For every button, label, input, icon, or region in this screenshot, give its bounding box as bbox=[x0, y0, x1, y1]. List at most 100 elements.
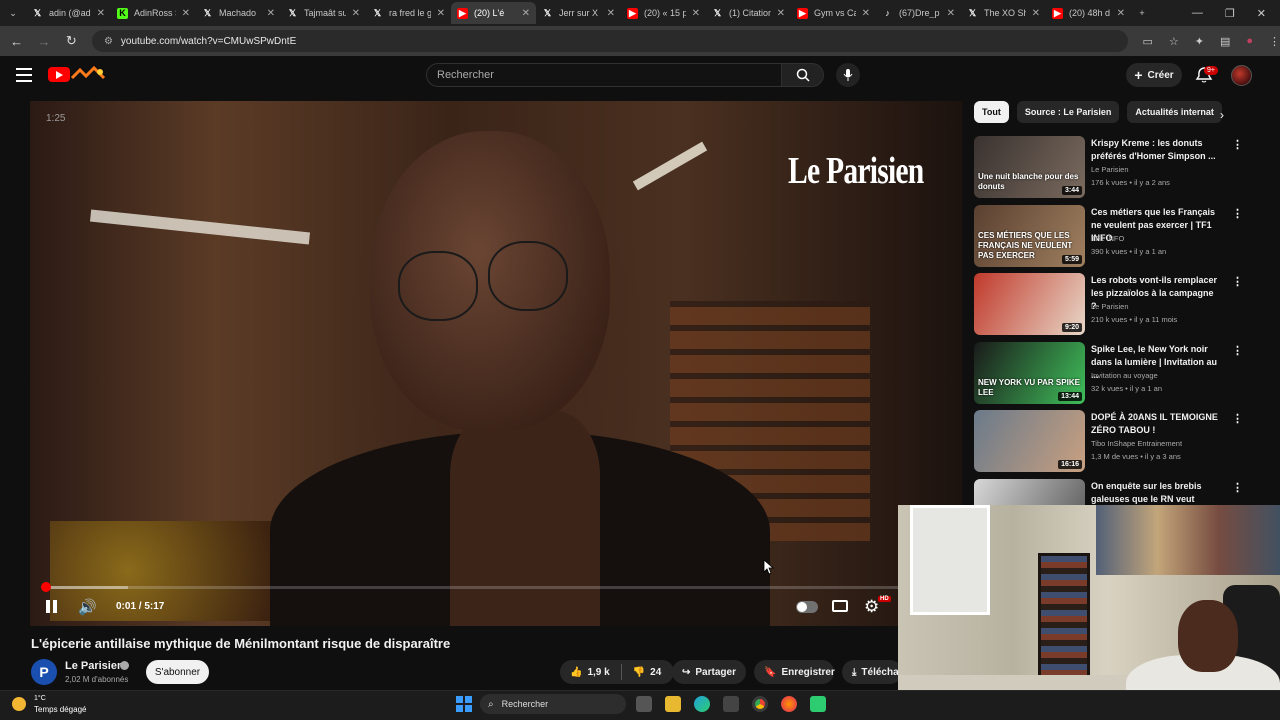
more-options-icon[interactable]: ⋮ bbox=[1232, 275, 1243, 288]
more-options-icon[interactable]: ⋮ bbox=[1232, 138, 1243, 151]
tab-close-icon[interactable]: ✕ bbox=[352, 8, 360, 19]
recommendation-channel[interactable]: Invitation au voyage bbox=[1091, 371, 1158, 380]
recommendation-channel[interactable]: Le Parisien bbox=[1091, 302, 1129, 311]
user-avatar[interactable] bbox=[1231, 65, 1252, 86]
browser-tab[interactable]: 𝕏 Tajmaât su ✕ bbox=[281, 2, 366, 24]
recommendation-title[interactable]: DOPÉ À 20ANS IL TEMOIGNE ZÉRO TABOU ! bbox=[1091, 411, 1219, 437]
pause-icon[interactable] bbox=[46, 600, 60, 614]
url-input[interactable]: ⚙ youtube.com/watch?v=CMUwSPwDntE bbox=[91, 30, 1129, 52]
recommendation-thumbnail[interactable]: CES MÉTIERS QUE LES FRANÇAIS NE VEULENT … bbox=[974, 204, 1085, 267]
task-view-icon[interactable] bbox=[636, 696, 652, 712]
sidebar-icon[interactable]: ▤ bbox=[1220, 35, 1230, 48]
recommendation-title[interactable]: Krispy Kreme : les donuts préférés d'Hom… bbox=[1091, 137, 1219, 163]
tab-close-icon[interactable]: ✕ bbox=[182, 8, 190, 19]
autoplay-toggle[interactable] bbox=[796, 601, 818, 613]
channel-avatar[interactable]: P bbox=[31, 659, 57, 685]
tab-list-button[interactable]: ⌄ bbox=[0, 2, 26, 24]
create-button[interactable]: + Créer bbox=[1126, 63, 1182, 87]
browser-tab[interactable]: 𝕏ra fred le g ✕ bbox=[366, 2, 451, 24]
browser-tab[interactable]: 𝕏 Machado ✕ bbox=[196, 2, 281, 24]
minimize-icon[interactable]: — bbox=[1192, 7, 1203, 20]
filter-chip[interactable]: Actualités internat bbox=[1127, 101, 1222, 123]
forward-icon[interactable]: → bbox=[37, 34, 50, 49]
tab-close-icon[interactable]: ✕ bbox=[947, 8, 955, 19]
windows-start-icon[interactable] bbox=[456, 696, 472, 712]
more-options-icon[interactable]: ⋮ bbox=[1232, 344, 1243, 357]
profile-icon[interactable]: ● bbox=[1246, 35, 1253, 48]
maximize-icon[interactable]: ❐ bbox=[1225, 7, 1235, 20]
browser-tab[interactable]: K AdinRoss S ✕ bbox=[111, 2, 196, 24]
browser-tab[interactable]: ♪ (67)Dre_p ✕ bbox=[876, 2, 961, 24]
recommendation-item[interactable]: Une nuit blanche pour des donuts 3:44 Kris… bbox=[974, 136, 1274, 200]
browser-tab[interactable]: ▶ Gym vs Ca ✕ bbox=[791, 2, 876, 24]
filter-chip[interactable]: Tout bbox=[974, 101, 1009, 123]
tab-close-icon[interactable]: ✕ bbox=[607, 8, 615, 19]
site-info-icon[interactable]: ⚙ bbox=[104, 36, 113, 47]
voice-search-button[interactable] bbox=[836, 63, 860, 87]
recommendation-thumbnail[interactable]: Une nuit blanche pour des donuts 3:44 bbox=[974, 136, 1085, 198]
chevron-right-icon[interactable]: › bbox=[1220, 108, 1224, 122]
save-button[interactable]: 🔖 Enregistrer bbox=[754, 660, 835, 684]
tab-close-icon[interactable]: ✕ bbox=[692, 8, 700, 19]
volume-icon[interactable]: 🔊 bbox=[78, 598, 97, 616]
subscribe-button[interactable]: S'abonner bbox=[146, 660, 209, 684]
recommendation-item[interactable]: NEW YORK VU PAR SPIKE LEE 13:44 Spike Lee,… bbox=[974, 341, 1274, 406]
tab-close-icon[interactable]: ✕ bbox=[862, 8, 870, 19]
tab-close-icon[interactable]: ✕ bbox=[777, 8, 785, 19]
cast-icon[interactable]: ▭ bbox=[1142, 35, 1152, 48]
tab-close-icon[interactable]: ✕ bbox=[1117, 8, 1125, 19]
chrome-icon[interactable] bbox=[752, 696, 768, 712]
recommendation-thumbnail[interactable]: NEW YORK VU PAR SPIKE LEE 13:44 bbox=[974, 341, 1085, 404]
firefox-icon[interactable] bbox=[781, 696, 797, 712]
hamburger-menu-icon[interactable] bbox=[16, 68, 32, 82]
tab-close-icon[interactable]: ✕ bbox=[1032, 8, 1040, 19]
youtube-logo[interactable] bbox=[48, 67, 70, 82]
back-icon[interactable]: ← bbox=[10, 34, 23, 49]
search-input[interactable]: Rechercher bbox=[426, 63, 782, 87]
bookmark-star-icon[interactable]: ☆ bbox=[1169, 35, 1179, 48]
new-tab-button[interactable]: + bbox=[1131, 2, 1153, 24]
recommendation-thumbnail[interactable]: 9:20 bbox=[974, 273, 1085, 335]
channel-name[interactable]: Le Parisien bbox=[65, 660, 124, 672]
filter-chip[interactable]: Source : Le Parisien bbox=[1016, 101, 1120, 123]
taskbar-search[interactable]: ⌕ Rechercher bbox=[480, 694, 626, 714]
video-player[interactable]: 1:25 Le Parisien 🔊 0:01 / 5:17 ⚙ HD bbox=[30, 101, 962, 626]
close-icon[interactable]: ✕ bbox=[1257, 7, 1266, 20]
search-button[interactable] bbox=[782, 63, 824, 87]
tab-close-icon[interactable]: ✕ bbox=[522, 8, 530, 19]
recommendation-channel[interactable]: Le Parisien bbox=[1091, 165, 1129, 174]
recommendation-channel[interactable]: Tibo InShape Entrainement bbox=[1091, 439, 1182, 448]
more-options-icon[interactable]: ⋮ bbox=[1232, 412, 1243, 425]
more-menu-icon[interactable]: ⋮ bbox=[1269, 35, 1280, 48]
store-icon[interactable] bbox=[723, 696, 739, 712]
download-button[interactable]: ⤓ Téléchar bbox=[842, 660, 902, 684]
tab-close-icon[interactable]: ✕ bbox=[97, 8, 105, 19]
recommendation-item[interactable]: 9:20 Les robots vont-ils remplacer les pi… bbox=[974, 273, 1274, 337]
tab-close-icon[interactable]: ✕ bbox=[267, 8, 275, 19]
more-options-icon[interactable]: ⋮ bbox=[1232, 207, 1243, 220]
settings-gear-icon[interactable]: ⚙ bbox=[864, 597, 879, 617]
dislike-icon[interactable]: 👎 bbox=[633, 667, 645, 678]
browser-tab[interactable]: 𝕏 The XO Sh ✕ bbox=[961, 2, 1046, 24]
browser-tab[interactable]: 𝕏 Jerr sur X : ✕ bbox=[536, 2, 621, 24]
progress-scrubber[interactable] bbox=[40, 582, 51, 592]
like-icon[interactable]: 👍 bbox=[570, 667, 582, 678]
like-count[interactable]: 1,9 k bbox=[587, 667, 609, 678]
recommendation-channel[interactable]: TF1 INFO bbox=[1091, 234, 1124, 243]
extensions-icon[interactable]: ✦ bbox=[1195, 35, 1204, 48]
browser-tab[interactable]: ▶ (20) 48h d ✕ bbox=[1046, 2, 1131, 24]
weather-moon-icon[interactable] bbox=[12, 697, 26, 711]
recommendation-item[interactable]: 16:16 DOPÉ À 20ANS IL TEMOIGNE ZÉRO TABOU… bbox=[974, 410, 1274, 474]
more-options-icon[interactable]: ⋮ bbox=[1232, 481, 1243, 494]
browser-tab[interactable]: ▶ (20) L'é ✕ bbox=[451, 2, 536, 24]
browser-tab[interactable]: 𝕏 (1) Citation ✕ bbox=[706, 2, 791, 24]
recommendation-item[interactable]: CES MÉTIERS QUE LES FRANÇAIS NE VEULENT … bbox=[974, 204, 1274, 269]
spotify-icon[interactable] bbox=[810, 696, 826, 712]
recommendation-thumbnail[interactable]: 16:16 bbox=[974, 410, 1085, 472]
reload-icon[interactable]: ↻ bbox=[65, 33, 78, 49]
browser-tab[interactable]: 𝕏adin (@ad ✕ bbox=[26, 2, 111, 24]
file-explorer-icon[interactable] bbox=[665, 696, 681, 712]
share-button[interactable]: ↪ Partager bbox=[672, 660, 746, 684]
tab-close-icon[interactable]: ✕ bbox=[437, 8, 445, 19]
progress-bar[interactable] bbox=[42, 586, 898, 589]
